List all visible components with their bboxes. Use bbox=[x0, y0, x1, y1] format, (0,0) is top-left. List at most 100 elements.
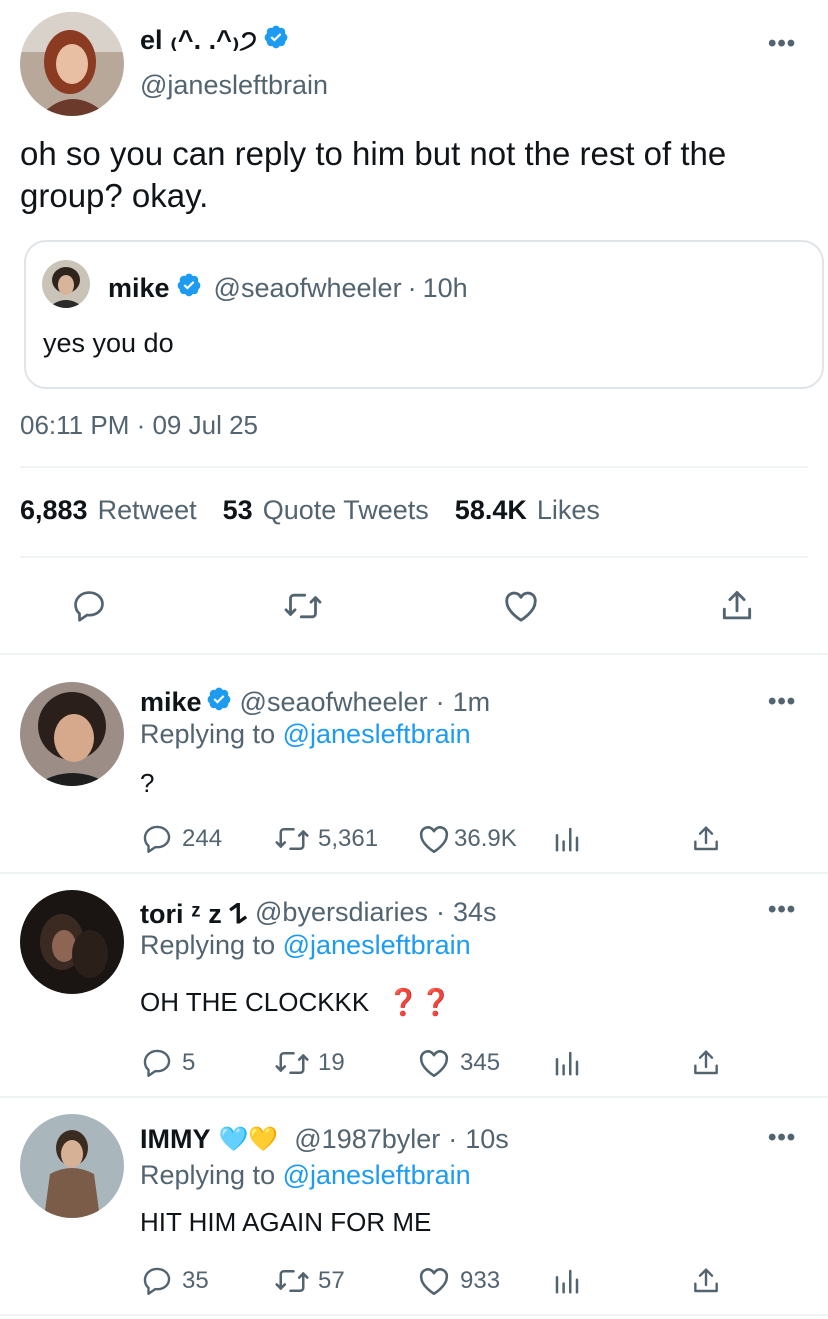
reply-button[interactable] bbox=[66, 583, 112, 629]
reply-avatar[interactable] bbox=[20, 1114, 124, 1218]
likes-label: Likes bbox=[536, 495, 600, 525]
retweet-button[interactable] bbox=[280, 583, 326, 629]
reply-icon bbox=[143, 1267, 171, 1295]
reply-actions: 244 5,361 36.9K bbox=[140, 819, 730, 859]
retweet-count: 57 bbox=[318, 1267, 345, 1294]
analytics-icon bbox=[555, 1269, 579, 1294]
analytics-icon bbox=[555, 827, 579, 852]
analytics-button[interactable] bbox=[552, 1043, 582, 1083]
heart-emoji: 🩵💛 bbox=[218, 1126, 279, 1153]
reply-header: IMMY 🩵💛 @1987byler · 10s bbox=[140, 1124, 509, 1155]
reply-button[interactable]: 244 bbox=[140, 819, 222, 859]
separator-dot: · bbox=[448, 1124, 458, 1154]
retweet-count: 6,883 bbox=[20, 495, 88, 525]
more-options-icon[interactable]: ••• bbox=[768, 1124, 796, 1152]
retweet-stat[interactable]: 6,883 Retweet bbox=[20, 495, 197, 526]
reply-header: mike @seaofwheeler · 1m bbox=[140, 686, 490, 719]
reply-avatar[interactable] bbox=[20, 682, 124, 786]
like-button[interactable]: 345 bbox=[416, 1043, 500, 1083]
reply-text: OH THE CLOCKKK bbox=[140, 987, 370, 1017]
reply-name[interactable]: tori ᶻ z 𐰁 bbox=[140, 894, 247, 931]
divider bbox=[0, 653, 828, 655]
quote-stat[interactable]: 53 Quote Tweets bbox=[223, 495, 429, 526]
quoted-time: 10h bbox=[422, 273, 468, 303]
separator-dot: · bbox=[435, 687, 445, 717]
more-options-icon[interactable]: ••• bbox=[768, 30, 796, 58]
analytics-button[interactable] bbox=[552, 1261, 582, 1301]
author-name-row[interactable]: el ₍^. .^₎੭ bbox=[140, 24, 289, 57]
quote-label: Quote Tweets bbox=[262, 495, 429, 525]
question-mark-emoji: ❓❓ bbox=[387, 987, 452, 1017]
share-button[interactable] bbox=[690, 1261, 722, 1301]
tweet-text: oh so you can reply to him but not the r… bbox=[20, 135, 727, 214]
share-icon bbox=[722, 591, 752, 620]
retweet-icon bbox=[275, 827, 309, 851]
replying-to-link[interactable]: @janesleftbrain bbox=[283, 930, 471, 960]
author-avatar[interactable] bbox=[20, 12, 124, 116]
reply-name[interactable]: mike bbox=[140, 687, 202, 718]
retweet-button[interactable]: 57 bbox=[274, 1261, 345, 1301]
quoted-avatar[interactable] bbox=[42, 260, 90, 308]
share-button[interactable] bbox=[690, 1043, 722, 1083]
quoted-header: mike @seaofwheeler · 10h bbox=[108, 272, 468, 305]
retweet-icon bbox=[275, 1051, 309, 1075]
reply-count: 244 bbox=[182, 825, 223, 852]
quoted-text: yes you do bbox=[43, 328, 174, 358]
like-button[interactable]: 36.9K bbox=[416, 819, 517, 859]
like-icon bbox=[419, 1268, 449, 1296]
reply-time: 1m bbox=[452, 687, 491, 717]
share-button[interactable] bbox=[690, 819, 722, 859]
like-icon bbox=[419, 1050, 449, 1078]
reply-count: 35 bbox=[182, 1267, 209, 1294]
reply-text: ? bbox=[140, 768, 155, 798]
reply-text-row: OH THE CLOCKKK ❓❓ bbox=[140, 987, 452, 1018]
quoted-name[interactable]: mike bbox=[108, 273, 170, 304]
author-name: el ₍^. .^₎੭ bbox=[140, 24, 258, 55]
reply-icon bbox=[74, 591, 104, 622]
author-handle[interactable]: @janesleftbrain bbox=[140, 70, 328, 101]
replying-to-link[interactable]: @janesleftbrain bbox=[283, 1160, 471, 1190]
retweet-button[interactable]: 19 bbox=[274, 1043, 345, 1083]
reply-header: tori ᶻ z 𐰁 @byersdiaries · 34s bbox=[140, 894, 497, 931]
share-icon bbox=[694, 1268, 718, 1293]
tweet-timestamp[interactable]: 06:11 PM · 09 Jul 25 bbox=[20, 410, 258, 441]
like-count: 36.9K bbox=[454, 825, 517, 852]
quoted-handle[interactable]: @seaofwheeler bbox=[214, 273, 402, 304]
reply-actions: 35 57 933 bbox=[140, 1261, 730, 1301]
divider bbox=[20, 466, 808, 468]
verified-badge-icon bbox=[263, 24, 289, 57]
like-count: 933 bbox=[460, 1267, 501, 1294]
reply-handle[interactable]: @byersdiaries bbox=[255, 897, 428, 928]
analytics-icon bbox=[555, 1051, 579, 1076]
reply-handle[interactable]: @1987byler bbox=[294, 1124, 440, 1155]
reply-avatar[interactable] bbox=[20, 890, 124, 994]
retweet-button[interactable]: 5,361 bbox=[274, 819, 378, 859]
quoted-tweet[interactable]: mike @seaofwheeler · 10h yes you do bbox=[24, 240, 824, 389]
like-icon bbox=[505, 591, 537, 622]
share-button[interactable] bbox=[714, 583, 760, 629]
more-options-icon[interactable]: ••• bbox=[768, 896, 796, 924]
reply-button[interactable]: 5 bbox=[140, 1043, 195, 1083]
like-icon bbox=[419, 826, 449, 854]
like-count: 345 bbox=[460, 1049, 501, 1076]
analytics-button[interactable] bbox=[552, 819, 582, 859]
divider bbox=[20, 556, 808, 558]
replying-prefix: Replying to bbox=[140, 930, 276, 960]
replying-to: Replying to @janesleftbrain bbox=[140, 1160, 471, 1191]
like-button[interactable]: 933 bbox=[416, 1261, 500, 1301]
replying-to: Replying to @janesleftbrain bbox=[140, 719, 471, 750]
likes-stat[interactable]: 58.4K Likes bbox=[455, 495, 600, 526]
reply-icon bbox=[143, 1049, 171, 1077]
tweet-stats: 6,883 Retweet 53 Quote Tweets 58.4K Likes bbox=[20, 495, 600, 526]
reply-count: 5 bbox=[182, 1049, 196, 1076]
replying-prefix: Replying to bbox=[140, 1160, 276, 1190]
replying-to: Replying to @janesleftbrain bbox=[140, 930, 471, 961]
reply-button[interactable]: 35 bbox=[140, 1261, 209, 1301]
reply-name[interactable]: IMMY bbox=[140, 1124, 211, 1155]
replying-prefix: Replying to bbox=[140, 719, 276, 749]
like-button[interactable] bbox=[498, 583, 544, 629]
reply-handle[interactable]: @seaofwheeler bbox=[240, 687, 428, 718]
more-options-icon[interactable]: ••• bbox=[768, 688, 796, 716]
replying-to-link[interactable]: @janesleftbrain bbox=[283, 719, 471, 749]
reply-actions: 5 19 345 bbox=[140, 1043, 730, 1083]
